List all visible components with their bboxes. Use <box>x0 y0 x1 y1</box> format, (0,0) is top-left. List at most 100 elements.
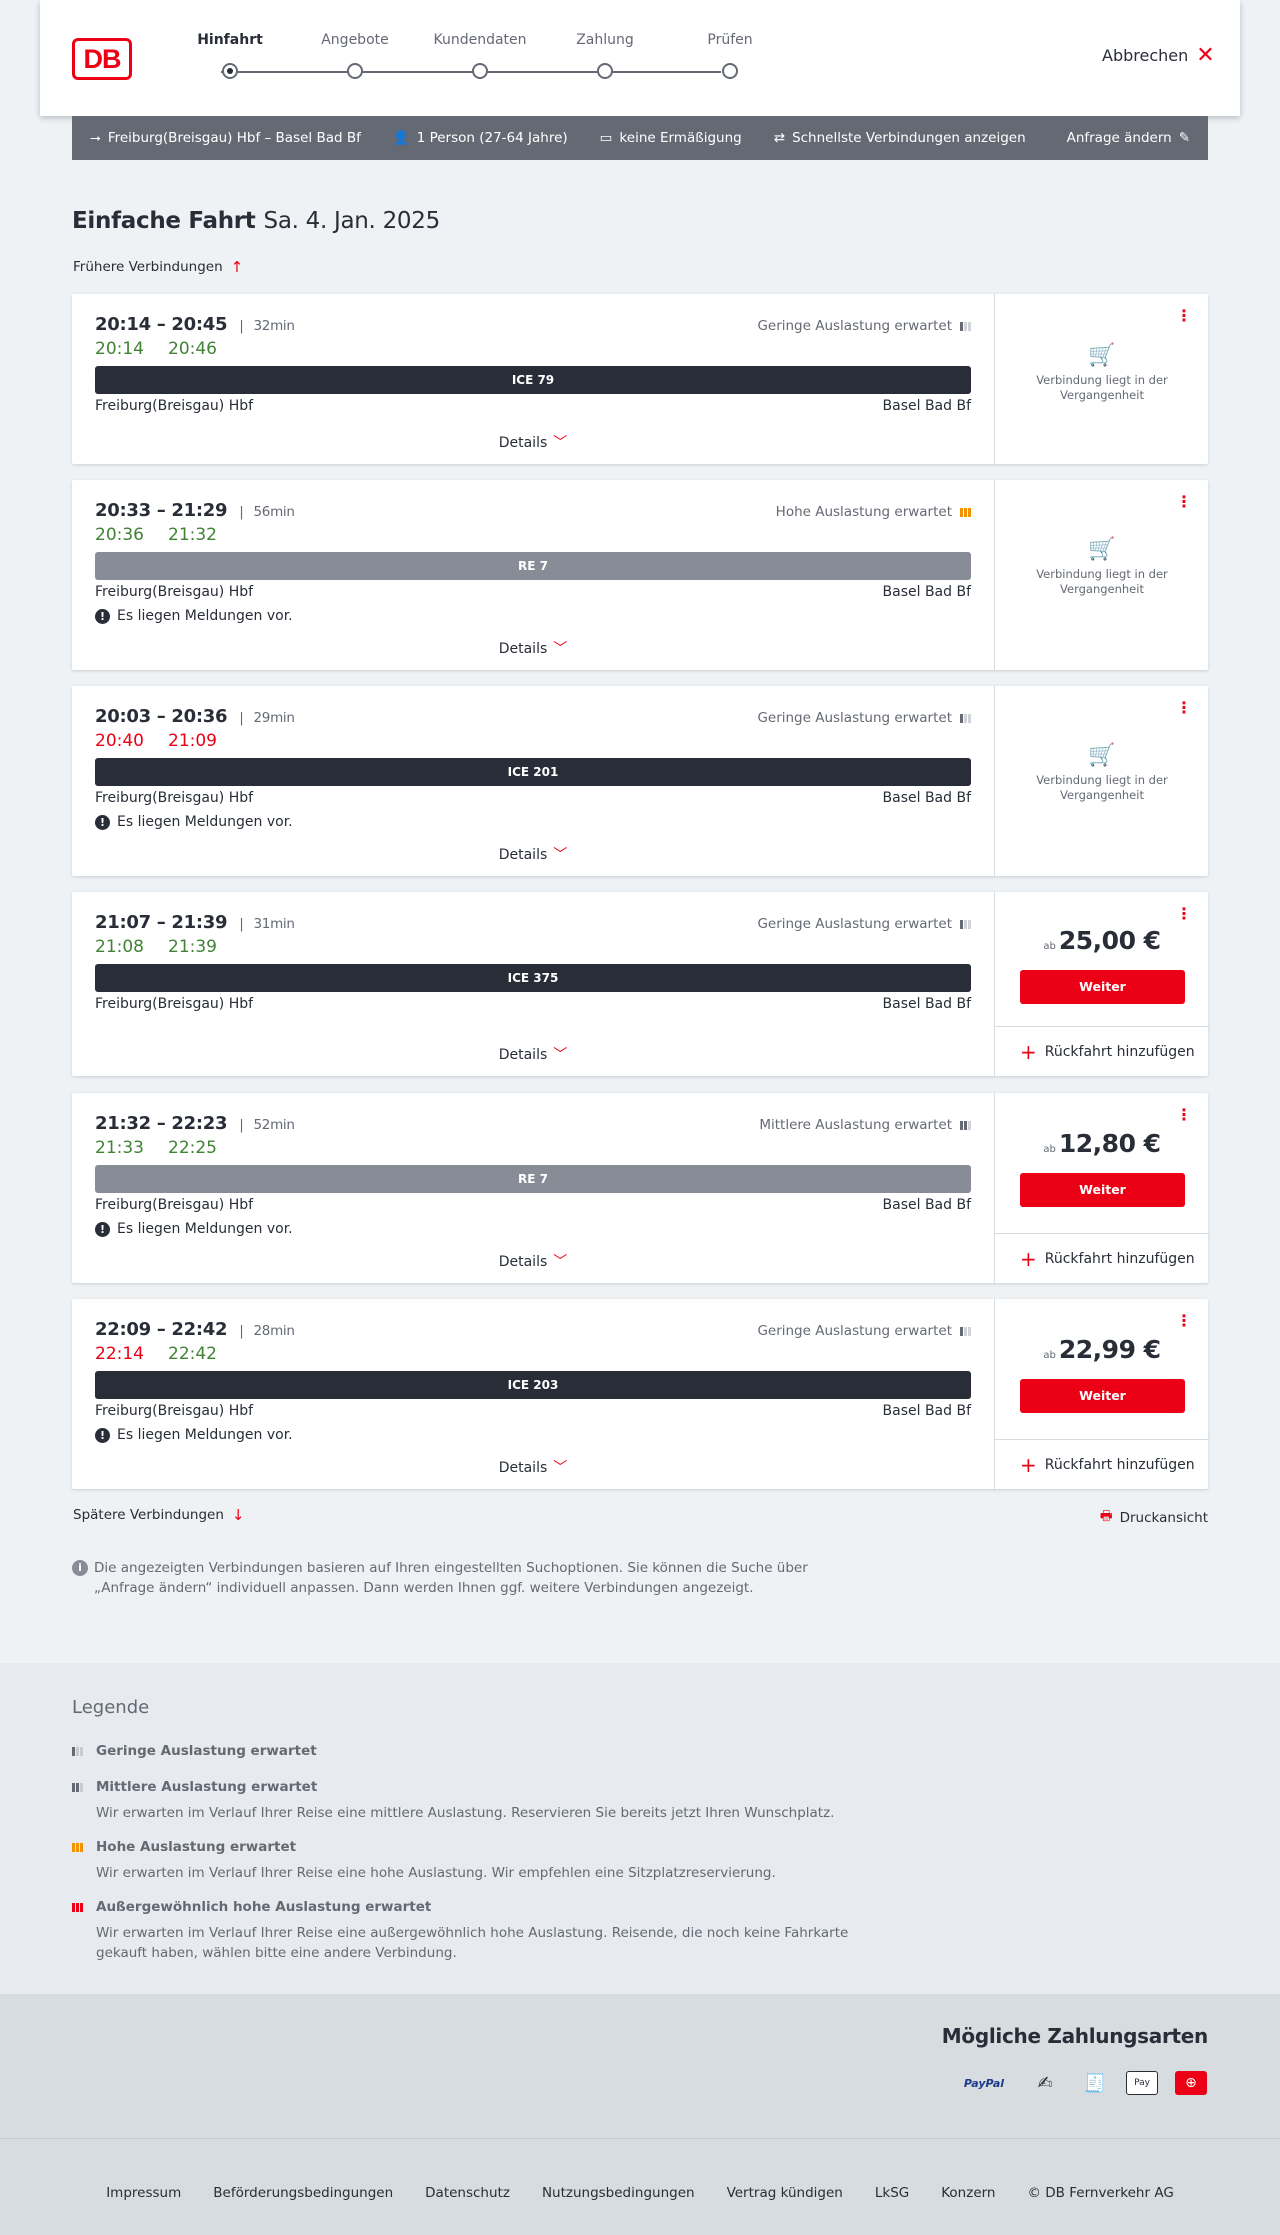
continue-button[interactable]: Weiter <box>1020 1379 1185 1413</box>
realtime-departure: 20:40 <box>95 731 144 751</box>
message-text: Es liegen Meldungen vor. <box>117 814 293 830</box>
details-toggle[interactable]: Details ﹀ <box>72 1251 994 1271</box>
offer-panel: ⋮ ab 12,80 € Weiter + Rückfahrt hinzufügen <box>994 1093 1209 1283</box>
occupancy-text: Geringe Auslastung erwartet <box>757 1323 952 1339</box>
step-hinfahrt[interactable]: Hinfahrt <box>165 30 295 79</box>
train-bar[interactable]: RE 7 <box>95 1165 971 1193</box>
connection-card[interactable]: 20:03 – 20:36 29min 20:40 21:09 Geringe Au… <box>72 686 1208 876</box>
alert-icon: ! <box>95 608 110 624</box>
details-toggle[interactable]: Details ﹀ <box>72 638 994 658</box>
price: ab 25,00 € <box>995 926 1209 955</box>
details-toggle[interactable]: Details ﹀ <box>72 1044 994 1064</box>
train-bar[interactable]: RE 7 <box>95 552 971 580</box>
edit-request-button[interactable]: Anfrage ändern ✎ <box>1067 130 1190 146</box>
occupancy-medium-icon <box>72 1782 88 1792</box>
step-kundendaten[interactable]: Kundendaten <box>415 30 545 79</box>
occupancy-info: Geringe Auslastung erwartet <box>757 710 971 726</box>
duration: 31min <box>239 916 294 932</box>
discount-summary[interactable]: ▭ keine Ermäßigung <box>600 130 742 146</box>
more-options-icon[interactable]: ⋮ <box>1176 1107 1192 1123</box>
past-text: Verbindung liegt in der Vergangenheit <box>1036 373 1168 402</box>
train-bar[interactable]: ICE 375 <box>95 964 971 992</box>
destination-station: Basel Bad Bf <box>882 398 971 414</box>
details-toggle[interactable]: Details ﹀ <box>72 844 994 864</box>
realtime-departure: 22:14 <box>95 1344 144 1364</box>
legend-description: Wir erwarten im Verlauf Ihrer Reise eine… <box>96 1925 849 1961</box>
destination-station: Basel Bad Bf <box>882 584 971 600</box>
details-toggle[interactable]: Details ﹀ <box>72 432 994 452</box>
details-label: Details <box>498 847 548 863</box>
realtime-departure: 20:36 <box>95 525 144 545</box>
more-options-icon[interactable]: ⋮ <box>1176 1313 1192 1329</box>
offer-panel: ⋮ ab 25,00 € Weiter + Rückfahrt hinzufügen <box>994 892 1209 1076</box>
more-options-icon[interactable]: ⋮ <box>1176 308 1192 324</box>
db-logo[interactable]: DB <box>72 38 132 80</box>
connection-card[interactable]: 20:14 – 20:45 32min 20:14 20:46 Geringe Au… <box>72 294 1208 464</box>
connection-card[interactable]: 21:32 – 22:23 52min 21:33 22:25 Mittlere A… <box>72 1093 1209 1283</box>
connection-main: 20:03 – 20:36 29min 20:40 21:09 Geringe Au… <box>72 686 994 876</box>
realtime-arrival: 22:25 <box>168 1138 217 1158</box>
past-connection-notice: 🛒 Verbindung liegt in der Vergangenheit <box>995 539 1209 597</box>
step-dot <box>222 63 238 79</box>
offer-panel: ⋮ 🛒 Verbindung liegt in der Vergangenheit <box>994 480 1208 670</box>
later-label: Spätere Verbindungen <box>73 1507 224 1523</box>
train-bar[interactable]: ICE 201 <box>95 758 971 786</box>
occupancy-low-icon <box>960 713 971 723</box>
more-options-icon[interactable]: ⋮ <box>1176 700 1192 716</box>
planned-times: 20:33 – 21:29 56min <box>95 500 295 521</box>
chevron-down-icon: ﹀ <box>553 1047 568 1063</box>
cancel-button[interactable]: Abbrechen ✕ <box>1102 44 1215 66</box>
footer-link-impressum[interactable]: Impressum <box>106 2185 181 2201</box>
footer-link-lksg[interactable]: LkSG <box>875 2185 909 2201</box>
duration: 29min <box>239 710 294 726</box>
stations: Freiburg(Breisgau) Hbf Basel Bad Bf <box>95 996 971 1012</box>
fastest-toggle[interactable]: ⇄ Schnellste Verbindungen anzeigen <box>774 130 1026 146</box>
train-bar[interactable]: ICE 79 <box>95 366 971 394</box>
add-return-button[interactable]: + Rückfahrt hinzufügen <box>995 1026 1209 1076</box>
footer-link-datenschutz[interactable]: Datenschutz <box>425 2185 510 2201</box>
train-bar[interactable]: ICE 203 <box>95 1371 971 1399</box>
footer-link-befoerderungsbedingungen[interactable]: Beförderungsbedingungen <box>213 2185 393 2201</box>
step-angebote[interactable]: Angebote <box>290 30 420 79</box>
price-prefix: ab <box>1043 941 1056 952</box>
more-options-icon[interactable]: ⋮ <box>1176 906 1192 922</box>
disruption-message[interactable]: ! Es liegen Meldungen vor. <box>95 608 293 624</box>
later-connections-link[interactable]: Spätere Verbindungen ↓ <box>73 1506 244 1524</box>
step-zahlung[interactable]: Zahlung <box>540 30 670 79</box>
footer-link-konzern[interactable]: Konzern <box>941 2185 995 2201</box>
continue-button[interactable]: Weiter <box>1020 970 1185 1004</box>
print-view-link[interactable]: 🖶 Druckansicht <box>1100 1506 1208 1529</box>
legend-heading: Mittlere Auslastung erwartet <box>96 1779 318 1795</box>
disruption-message[interactable]: ! Es liegen Meldungen vor. <box>95 1221 293 1237</box>
step-pruefen[interactable]: Prüfen <box>665 30 795 79</box>
connection-card[interactable]: 21:07 – 21:39 31min 21:08 21:39 Geringe Au… <box>72 892 1209 1076</box>
stations: Freiburg(Breisgau) Hbf Basel Bad Bf <box>95 1197 971 1213</box>
more-options-icon[interactable]: ⋮ <box>1176 494 1192 510</box>
footer-link-nutzungsbedingungen[interactable]: Nutzungsbedingungen <box>542 2185 695 2201</box>
connection-card[interactable]: 20:33 – 21:29 56min 20:36 21:32 Hohe Ausla… <box>72 480 1208 670</box>
trip-type: Einfache Fahrt <box>72 208 256 234</box>
step-dot <box>722 63 738 79</box>
occupancy-text: Geringe Auslastung erwartet <box>757 318 952 334</box>
earlier-connections-link[interactable]: Frühere Verbindungen ↑ <box>73 258 243 276</box>
legend-item: Mittlere Auslastung erwartet Wir erwarten… <box>72 1779 834 1823</box>
footer-link-vertrag-kuendigen[interactable]: Vertrag kündigen <box>727 2185 843 2201</box>
realtime-departure: 21:33 <box>95 1138 144 1158</box>
planned-times: 21:32 – 22:23 52min <box>95 1113 295 1134</box>
details-toggle[interactable]: Details ﹀ <box>72 1457 994 1477</box>
route-summary[interactable]: ⭢ Freiburg(Breisgau) Hbf – Basel Bad Bf <box>90 130 361 146</box>
chevron-down-icon: ﹀ <box>553 641 568 657</box>
disruption-message[interactable]: ! Es liegen Meldungen vor. <box>95 814 293 830</box>
connection-card[interactable]: 22:09 – 22:42 28min 22:14 22:42 Geringe Au… <box>72 1299 1209 1489</box>
continue-button[interactable]: Weiter <box>1020 1173 1185 1207</box>
occupancy-text: Mittlere Auslastung erwartet <box>759 1117 952 1133</box>
legend-heading: Hohe Auslastung erwartet <box>96 1839 297 1855</box>
passenger-summary[interactable]: 👤 1 Person (27-64 Jahre) <box>393 130 568 146</box>
info-note: i Die angezeigten Verbindungen basieren a… <box>72 1558 872 1598</box>
print-label: Druckansicht <box>1119 1509 1208 1526</box>
disruption-message[interactable]: ! Es liegen Meldungen vor. <box>95 1427 293 1443</box>
destination-station: Basel Bad Bf <box>882 790 971 806</box>
add-return-button[interactable]: + Rückfahrt hinzufügen <box>995 1233 1209 1283</box>
add-return-button[interactable]: + Rückfahrt hinzufügen <box>995 1439 1209 1489</box>
legend-item: Geringe Auslastung erwartet <box>72 1743 317 1759</box>
